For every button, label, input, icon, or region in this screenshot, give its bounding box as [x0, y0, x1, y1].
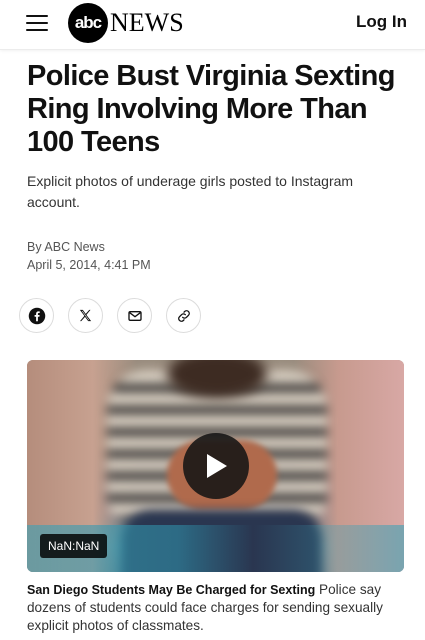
video-duration-badge: NaN:NaN — [40, 534, 108, 558]
byline-prefix: By — [27, 240, 42, 254]
x-icon — [79, 309, 92, 322]
video-caption: San Diego Students May Be Charged for Se… — [27, 581, 405, 635]
share-x-button[interactable] — [68, 298, 103, 333]
article-headline: Police Bust Virginia Sexting Ring Involv… — [27, 60, 395, 158]
logo-wordmark: NEWS — [110, 8, 184, 37]
logo-mark: abc — [68, 3, 108, 43]
link-icon — [177, 309, 190, 322]
share-bar — [19, 298, 201, 333]
abc-news-logo[interactable]: abc NEWS — [68, 3, 184, 43]
email-icon — [127, 310, 142, 321]
video-player[interactable]: NaN:NaN — [27, 360, 404, 572]
author-link[interactable]: ABC News — [44, 240, 104, 254]
play-icon — [207, 454, 227, 478]
byline: By ABC News April 5, 2014, 4:41 PM — [27, 238, 151, 274]
menu-icon[interactable] — [26, 14, 48, 32]
facebook-icon — [28, 307, 45, 324]
login-button[interactable]: Log In — [356, 12, 407, 32]
share-link-button[interactable] — [166, 298, 201, 333]
top-bar: abc NEWS Log In — [0, 0, 425, 50]
share-facebook-button[interactable] — [19, 298, 54, 333]
play-button[interactable] — [183, 433, 249, 499]
article-subheadline: Explicit photos of underage girls posted… — [27, 173, 354, 210]
video-caption-title[interactable]: San Diego Students May Be Charged for Se… — [27, 583, 315, 597]
share-email-button[interactable] — [117, 298, 152, 333]
byline-author-line: By ABC News — [27, 238, 151, 256]
publish-timestamp: April 5, 2014, 4:41 PM — [27, 258, 151, 272]
